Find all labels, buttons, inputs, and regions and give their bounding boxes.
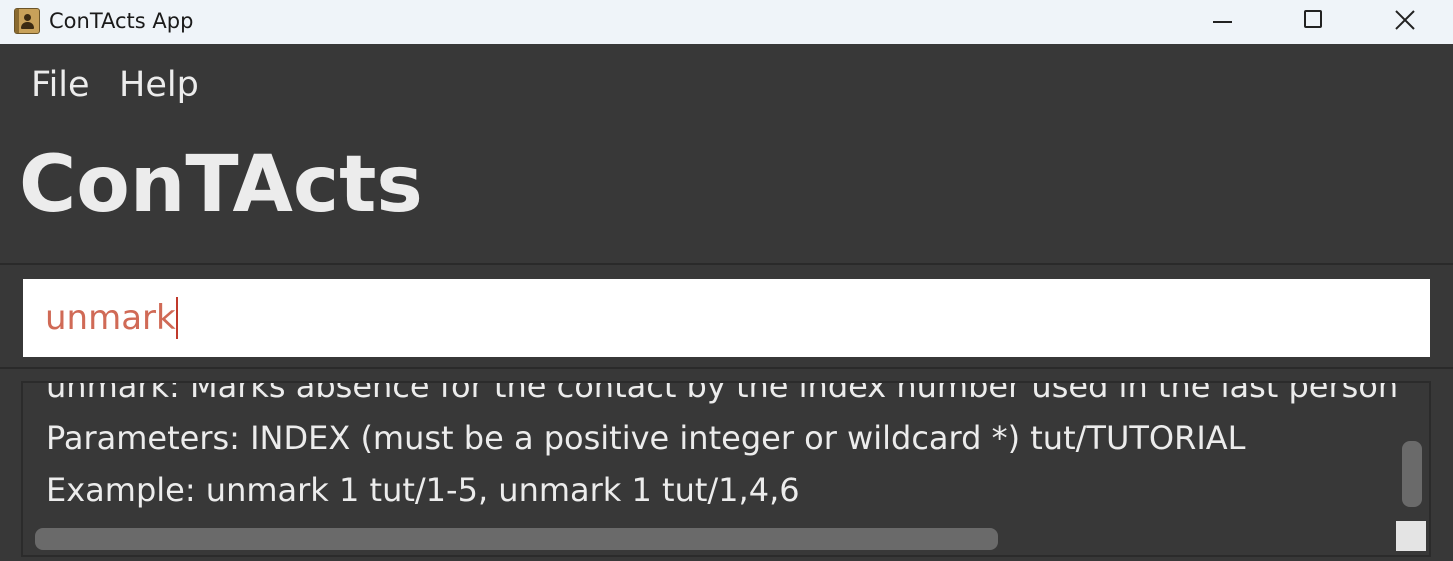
app-window: ConTActs App File Help ConTActs unmark u… [0, 0, 1453, 561]
result-line-example: Example: unmark 1 tut/1-5, unmark 1 tut/… [46, 471, 800, 509]
result-line-description: unmark: Marks absence for the contact by… [46, 381, 1396, 405]
command-input-text: unmark [45, 297, 178, 339]
close-button[interactable] [1359, 0, 1451, 44]
maximize-icon [1304, 10, 1322, 28]
result-display[interactable]: unmark: Marks absence for the contact by… [21, 381, 1431, 557]
menu-help[interactable]: Help [119, 65, 199, 105]
close-icon [1395, 10, 1415, 30]
window-title: ConTActs App [49, 9, 194, 33]
minimize-icon [1213, 21, 1232, 23]
command-value: unmark [45, 298, 176, 338]
menu-bar: File Help [0, 49, 1453, 119]
contacts-book-icon [14, 8, 40, 34]
scrollbar-corner [1396, 521, 1426, 551]
horizontal-scrollbar-thumb[interactable] [35, 528, 998, 550]
text-caret [175, 297, 178, 339]
maximize-button[interactable] [1267, 0, 1359, 44]
command-input[interactable]: unmark [23, 279, 1430, 357]
title-bar: ConTActs App [0, 0, 1453, 44]
result-display-panel: unmark: Marks absence for the contact by… [0, 367, 1453, 561]
command-box-area: unmark [0, 263, 1453, 369]
menu-file[interactable]: File [31, 65, 90, 105]
app-heading: ConTActs [19, 140, 423, 230]
result-text: unmark: Marks absence for the contact by… [46, 381, 1396, 516]
vertical-scrollbar-thumb[interactable] [1402, 441, 1422, 507]
minimize-button[interactable] [1175, 0, 1267, 44]
result-line-parameters: Parameters: INDEX (must be a positive in… [46, 419, 1246, 457]
